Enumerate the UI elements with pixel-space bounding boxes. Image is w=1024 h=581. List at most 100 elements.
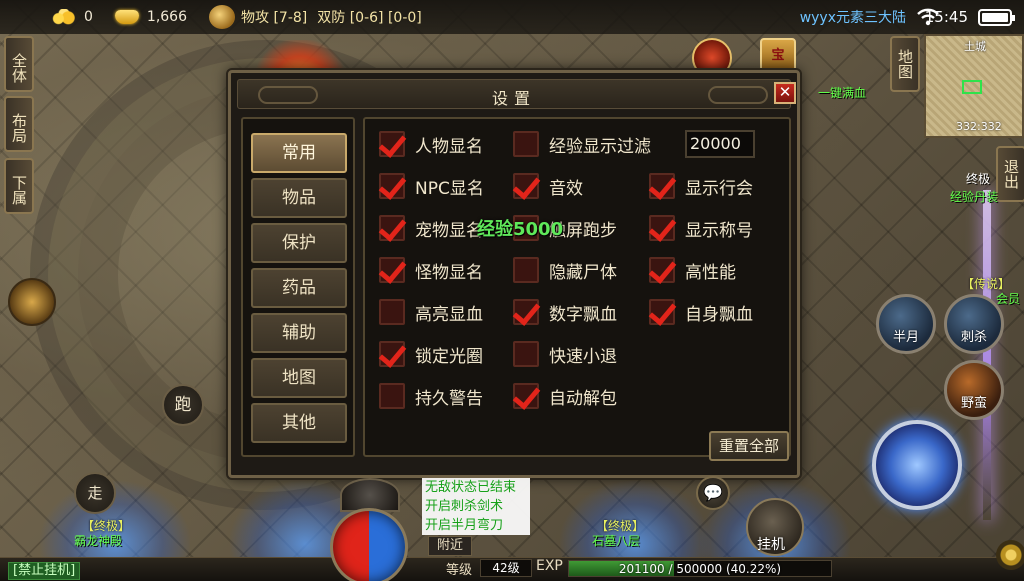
checkbox[interactable] (379, 173, 405, 199)
option-sound[interactable]: 音效 (513, 171, 583, 201)
ingot-icon (114, 10, 139, 24)
no-auto-hunt-label[interactable]: [禁止挂机] (8, 562, 81, 580)
tab-other[interactable]: 其他 (251, 403, 347, 443)
chat-line: 开启刺杀剑术 (425, 499, 504, 514)
gold-stat: 0 (0, 9, 93, 25)
treasure-icon[interactable]: 宝 (760, 38, 796, 74)
option-high-performance[interactable]: 高性能 (649, 255, 736, 285)
option-show-title[interactable]: 显示称号 (649, 213, 753, 243)
option-label: 自动解包 (549, 388, 617, 409)
exp-tag: EXP (536, 558, 563, 574)
checkbox[interactable] (649, 215, 675, 241)
skill-assassin[interactable]: 刺杀 (944, 294, 1004, 354)
clock: 15:45 (924, 8, 968, 26)
gold-icon (50, 9, 78, 25)
option-label: 锁定光圈 (415, 346, 483, 367)
hp-mp-orb (330, 508, 408, 581)
option-player-names[interactable]: 人物显名 (379, 129, 483, 159)
light-beam-effect (983, 190, 991, 520)
checkbox[interactable] (649, 299, 675, 325)
full-hp-label[interactable]: 一键满血 (818, 84, 866, 101)
checkbox[interactable] (513, 257, 539, 283)
side-tab-subordinates[interactable]: 下属 (4, 158, 34, 214)
option-label: 自身飘血 (685, 304, 753, 325)
ingot-stat: 1,666 (93, 9, 187, 25)
skill-half-moon[interactable]: 半月 (876, 294, 936, 354)
nearby-tab[interactable]: 附近 (428, 536, 472, 556)
checkbox[interactable] (379, 215, 405, 241)
chat-icon[interactable]: 💬 (696, 476, 730, 510)
checkbox[interactable] (379, 131, 405, 157)
option-label: 快速小退 (549, 346, 617, 367)
option-show-guild[interactable]: 显示行会 (649, 171, 753, 201)
close-button[interactable]: ✕ (774, 82, 796, 104)
npc-name[interactable]: 石墓八层 (592, 532, 640, 549)
bag-icon (209, 5, 236, 29)
auto-hunt-label: 挂机 (757, 537, 785, 553)
side-tab-layout[interactable]: 布局 (4, 96, 34, 152)
minimap-coords: 332:332 (956, 120, 1002, 133)
npc-name[interactable]: 霸龙神殿 (74, 532, 122, 549)
attack-button[interactable] (872, 420, 962, 510)
npc-name[interactable]: 经验丹装 (950, 188, 998, 205)
ingot-value: 1,666 (146, 9, 188, 25)
settings-dialog: 设置 ✕ 常用 物品 保护 药品 辅助 地图 其他 人物显名 经验显示过滤 20… (228, 70, 800, 478)
option-self-damage[interactable]: 自身飘血 (649, 297, 753, 327)
orb-cap (340, 478, 400, 512)
option-exp-filter[interactable]: 经验显示过滤 (513, 129, 651, 159)
exp-filter-input[interactable]: 20000 (685, 130, 755, 158)
checkbox[interactable] (649, 257, 675, 283)
minimap[interactable]: 土城 332:332 (924, 34, 1024, 138)
option-label: 隐藏尸体 (549, 262, 617, 283)
option-durability-warning[interactable]: 持久警告 (379, 381, 483, 411)
option-label: 宠物显名 (415, 220, 483, 241)
tab-assist[interactable]: 辅助 (251, 313, 347, 353)
run-button[interactable]: 跑 (162, 384, 204, 426)
checkbox[interactable] (513, 131, 539, 157)
checkbox[interactable] (513, 341, 539, 367)
player-marker (962, 80, 982, 94)
option-npc-names[interactable]: NPC显名 (379, 171, 484, 201)
tab-potions[interactable]: 药品 (251, 268, 347, 308)
system-chat-log[interactable]: 无敌状态已结束 开启刺杀剑术 开启半月弯刀 (422, 478, 530, 535)
option-label: 数字飘血 (549, 304, 617, 325)
tab-protect[interactable]: 保护 (251, 223, 347, 263)
header-ornament (708, 86, 768, 104)
option-label: 显示行会 (685, 178, 753, 199)
settings-gear-icon[interactable] (996, 540, 1024, 570)
side-tab-all[interactable]: 全体 (4, 36, 34, 92)
walk-button[interactable]: 走 (74, 472, 116, 514)
defense-value: 双防 [0-6] [0-0] (317, 10, 422, 26)
lion-emblem-icon[interactable] (8, 278, 56, 326)
option-label: 怪物显名 (415, 262, 483, 283)
skill-wild[interactable]: 野蛮 (944, 360, 1004, 420)
map-tab[interactable]: 地图 (890, 36, 920, 92)
minimap-city: 土城 (964, 40, 986, 53)
option-label: 高亮显血 (415, 304, 483, 325)
checkbox[interactable] (513, 173, 539, 199)
option-auto-unpack[interactable]: 自动解包 (513, 381, 617, 411)
checkbox[interactable] (379, 299, 405, 325)
checkbox[interactable] (379, 257, 405, 283)
option-monster-names[interactable]: 怪物显名 (379, 255, 483, 285)
checkbox[interactable] (513, 299, 539, 325)
exit-tab[interactable]: 退出 (996, 146, 1024, 202)
checkbox[interactable] (513, 383, 539, 409)
combat-stats: 物攻 [7-8] 双防 [0-6] [0-0] (187, 5, 432, 29)
option-hide-corpse[interactable]: 隐藏尸体 (513, 255, 617, 285)
option-quick-logout[interactable]: 快速小退 (513, 339, 617, 369)
reset-all-button[interactable]: 重置全部 (709, 431, 789, 461)
option-highlight-hp[interactable]: 高亮显血 (379, 297, 483, 327)
tab-items[interactable]: 物品 (251, 178, 347, 218)
attack-value: 物攻 [7-8] (241, 10, 308, 26)
checkbox[interactable] (649, 173, 675, 199)
option-pet-names[interactable]: 宠物显名 (379, 213, 483, 243)
tab-common[interactable]: 常用 (251, 133, 347, 173)
level-tag: 等级 (446, 563, 473, 578)
option-number-damage[interactable]: 数字飘血 (513, 297, 617, 327)
checkbox[interactable] (379, 341, 405, 367)
status-bar: 0 1,666 物攻 [7-8] 双防 [0-6] [0-0] wyyx元素三大… (0, 0, 1024, 34)
checkbox[interactable] (379, 383, 405, 409)
tab-map[interactable]: 地图 (251, 358, 347, 398)
option-lock-ring[interactable]: 锁定光圈 (379, 339, 483, 369)
